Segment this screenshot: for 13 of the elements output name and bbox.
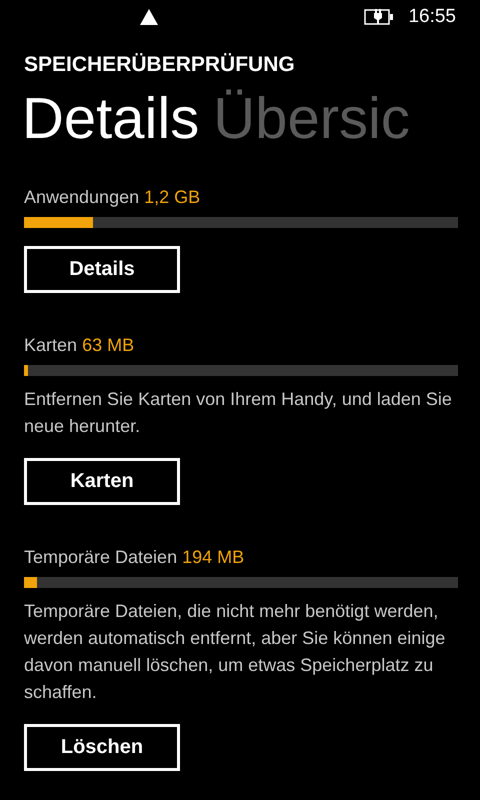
storage-label: Temporäre Dateien 194 MB — [24, 546, 246, 569]
pivot-tab[interactable]: Details — [22, 83, 200, 155]
section-description: Entfernen Sie Karten von Ihrem Handy, und laden Sie neue herunter. — [24, 388, 453, 438]
battery-charging-icon — [364, 9, 394, 25]
storage-label: Karten 63 MB — [24, 334, 136, 357]
section-description: Temporäre Dateien, die nicht mehr benötigt werden, werden automatisch entfernt, aber Sie können einige davon manuell löschen, um etwas Speicherplatz zu schaffen. — [24, 600, 446, 704]
action-button[interactable]: Karten — [24, 458, 180, 505]
storage-label: Anwendungen 1,2 GB — [24, 186, 202, 209]
action-button[interactable]: Details — [24, 246, 180, 293]
signal-triangle-icon — [140, 9, 158, 25]
action-button[interactable]: Löschen — [24, 724, 180, 771]
app-title: SPEICHERÜBERPRÜFUNG — [24, 53, 296, 77]
clock-time: 16:55 — [408, 6, 456, 28]
